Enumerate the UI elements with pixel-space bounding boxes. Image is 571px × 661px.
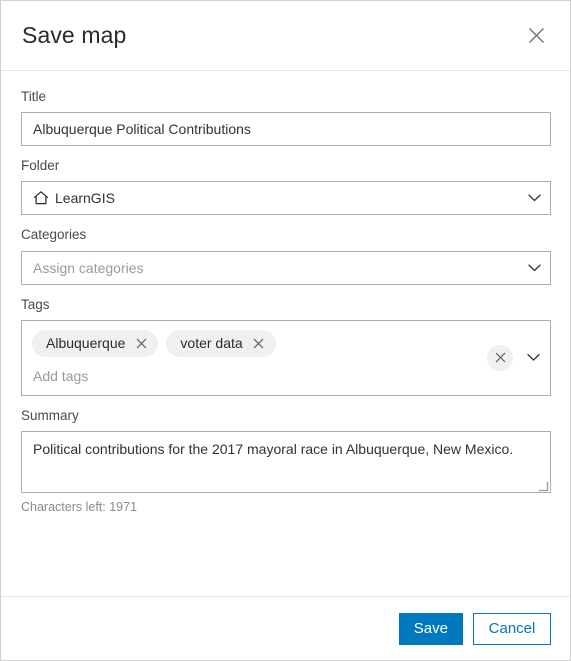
- tags-input[interactable]: [32, 363, 480, 388]
- title-label: Title: [21, 89, 47, 104]
- page-title: Save map: [22, 22, 127, 48]
- dialog-footer: Save Cancel: [1, 596, 570, 660]
- save-map-dialog: Save map Title Folder LearnGIS: [0, 0, 571, 661]
- chevron-down-icon: [528, 194, 541, 203]
- save-button[interactable]: Save: [398, 612, 463, 645]
- close-icon[interactable]: [522, 22, 550, 50]
- folder-select[interactable]: LearnGIS: [21, 181, 551, 216]
- tags-field-group: Tags Albuquerque voter data: [21, 297, 551, 396]
- clear-all-tags-icon[interactable]: [487, 344, 513, 371]
- chevron-down-icon[interactable]: [525, 350, 541, 366]
- tags-actions: [487, 344, 541, 371]
- summary-label: Summary: [21, 407, 79, 423]
- tag-chip: voter data: [166, 329, 276, 357]
- tag-chip-label: voter data: [180, 335, 243, 352]
- close-icon[interactable]: [252, 336, 266, 350]
- summary-wrapper: [21, 430, 551, 493]
- dialog-header: Save map: [1, 1, 570, 71]
- title-field-group: Title: [21, 89, 551, 147]
- home-icon: [33, 190, 49, 206]
- chevron-down-icon: [528, 263, 541, 272]
- categories-label: Categories: [21, 227, 87, 243]
- dialog-body: Title Folder LearnGIS: [1, 71, 570, 596]
- close-icon[interactable]: [134, 336, 148, 350]
- summary-textarea[interactable]: [21, 430, 551, 493]
- folder-label: Folder: [21, 158, 60, 174]
- summary-field-group: Summary Characters left: 1971: [21, 408, 551, 515]
- characters-left-text: Characters left: 1971: [21, 499, 138, 514]
- folder-field-group: Folder LearnGIS: [21, 158, 551, 216]
- categories-field-group: Categories Assign categories: [21, 227, 551, 285]
- tags-label: Tags: [21, 296, 50, 312]
- cancel-button[interactable]: Cancel: [473, 612, 551, 645]
- categories-placeholder: Assign categories: [33, 259, 144, 276]
- tags-input-container[interactable]: Albuquerque voter data: [21, 319, 551, 396]
- categories-select[interactable]: Assign categories: [21, 250, 551, 285]
- tag-chip-list: Albuquerque voter data: [32, 329, 480, 357]
- folder-value: LearnGIS: [55, 190, 115, 207]
- tag-chip: Albuquerque: [32, 329, 159, 357]
- tag-chip-label: Albuquerque: [46, 335, 126, 352]
- title-input[interactable]: [21, 112, 551, 147]
